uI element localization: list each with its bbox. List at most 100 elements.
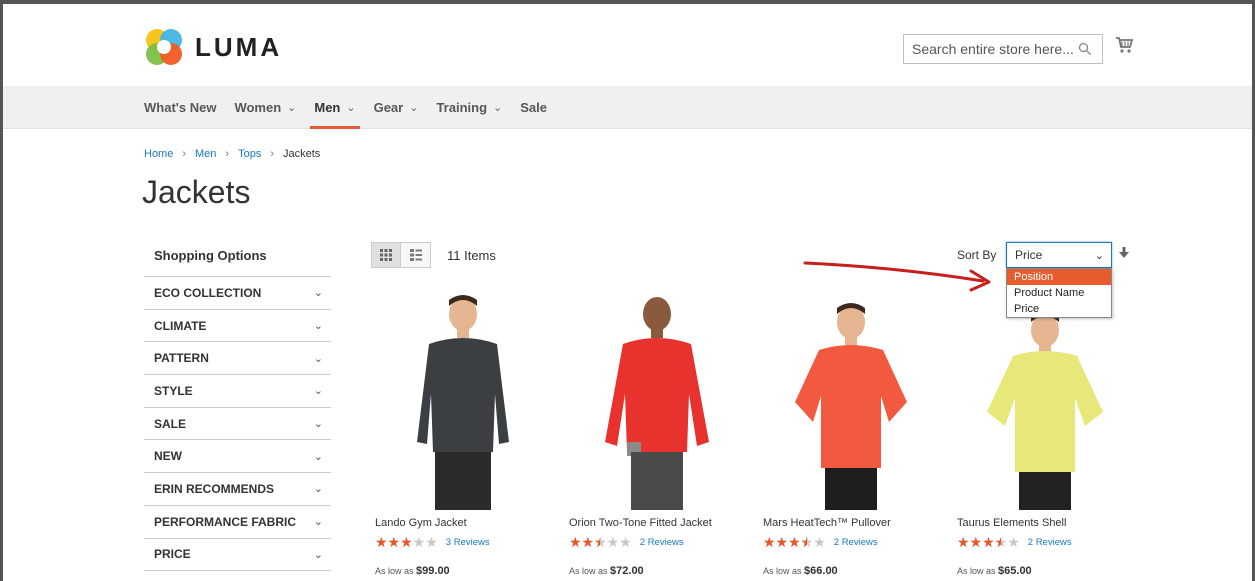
- filter-price[interactable]: PRICE ⌄: [144, 539, 331, 572]
- sort-direction-arrow-icon[interactable]: [1119, 246, 1129, 264]
- sort-option-product-name[interactable]: Product Name: [1007, 285, 1111, 301]
- chevron-down-icon: ⌄: [313, 548, 323, 561]
- filter-label: ERIN RECOMMENDS: [154, 481, 275, 496]
- chevron-down-icon: ⌄: [313, 483, 323, 496]
- price-prefix: As low as: [763, 566, 802, 576]
- sort-option-position[interactable]: Position: [1007, 269, 1111, 285]
- filter-label: PATTERN: [154, 351, 209, 366]
- breadcrumb-home[interactable]: Home: [144, 148, 173, 160]
- chevron-down-icon: ⌄: [313, 352, 323, 365]
- product-card[interactable]: Lando Gym Jacket ★★★★★★★★★★ 3 Reviews As…: [371, 292, 551, 577]
- jacket-shape: [417, 338, 509, 452]
- nav-label: Gear: [373, 100, 404, 115]
- price-prefix: As low as: [957, 566, 996, 576]
- nav-label: Men: [314, 100, 341, 115]
- chevron-down-icon: ⌄: [409, 102, 419, 114]
- annotation-arrow-icon: [803, 261, 991, 292]
- product-rating: ★★★★★★★★★★ 2 Reviews: [569, 535, 684, 549]
- grid-view-icon[interactable]: [371, 242, 401, 268]
- product-card[interactable]: Mars HeatTech™ Pullover ★★★★★★★★★★ 2 Rev…: [759, 292, 939, 577]
- nav-label: Women: [234, 100, 282, 115]
- breadcrumb-current: Jackets: [283, 148, 321, 160]
- reviews-link[interactable]: 3 Reviews: [446, 537, 490, 548]
- chevron-down-icon: ⌄: [346, 102, 356, 114]
- filter-new[interactable]: NEW ⌄: [144, 440, 331, 474]
- logo[interactable]: LUMA: [143, 26, 282, 68]
- product-image[interactable]: [759, 292, 939, 510]
- filter-label: PERFORMANCE FABRIC: [154, 514, 297, 529]
- filter-pattern[interactable]: PATTERN ⌄: [144, 342, 331, 376]
- product-name[interactable]: Orion Two-Tone Fitted Jacket: [569, 517, 712, 529]
- filter-label: PRICE: [154, 547, 191, 562]
- luma-logo-icon: [146, 29, 182, 65]
- breadcrumb-separator-icon: ›: [182, 148, 187, 160]
- product-name[interactable]: Lando Gym Jacket: [375, 517, 467, 529]
- nav-item-gear[interactable]: Gear ⌄: [374, 86, 419, 129]
- sort-options-dropdown: Position Product Name Price: [1006, 268, 1112, 318]
- reviews-link[interactable]: 2 Reviews: [834, 537, 878, 548]
- nav-item-men[interactable]: Men ⌄: [310, 86, 360, 129]
- breadcrumb-tops[interactable]: Tops: [238, 148, 261, 160]
- filter-style[interactable]: STYLE ⌄: [144, 375, 331, 408]
- filter-performance-fabric[interactable]: PERFORMANCE FABRIC ⌄: [144, 506, 331, 539]
- price-prefix: As low as: [375, 566, 414, 576]
- breadcrumb: Home › Men › Tops › Jackets: [144, 148, 320, 160]
- page-title: Jackets: [142, 174, 251, 210]
- product-card[interactable]: Orion Two-Tone Fitted Jacket ★★★★★★★★★★ …: [565, 292, 745, 577]
- search-box[interactable]: [903, 34, 1103, 64]
- product-image[interactable]: [371, 292, 551, 510]
- product-rating: ★★★★★★★★★★ 2 Reviews: [957, 535, 1072, 549]
- nav-label: Sale: [520, 100, 547, 115]
- product-name[interactable]: Mars HeatTech™ Pullover: [763, 517, 891, 529]
- reviews-link[interactable]: 2 Reviews: [1028, 537, 1072, 548]
- price-value: $99.00: [416, 565, 450, 577]
- price-value: $65.00: [998, 565, 1032, 577]
- filter-label: ECO COLLECTION: [154, 285, 262, 300]
- breadcrumb-men[interactable]: Men: [195, 148, 216, 160]
- jacket-shape: [987, 351, 1103, 472]
- product-image[interactable]: [565, 292, 745, 510]
- filter-eco-collection[interactable]: ECO COLLECTION ⌄: [144, 277, 331, 310]
- product-price: As low as $72.00: [569, 565, 644, 577]
- filter-climate[interactable]: CLIMATE ⌄: [144, 310, 331, 343]
- filter-label: CLIMATE: [154, 318, 207, 333]
- reviews-link[interactable]: 2 Reviews: [640, 537, 684, 548]
- nav-item-women[interactable]: Women ⌄: [234, 86, 296, 129]
- product-card[interactable]: Taurus Elements Shell ★★★★★★★★★★ 2 Revie…: [953, 292, 1133, 577]
- chevron-down-icon: ⌄: [313, 320, 323, 333]
- main-navigation: What's New Women ⌄ Men ⌄ Gear ⌄ Training ⌄ S…: [3, 86, 1252, 129]
- sort-option-price[interactable]: Price: [1007, 301, 1111, 317]
- breadcrumb-separator-icon: ›: [270, 148, 275, 160]
- jacket-shape: [605, 338, 709, 452]
- chevron-down-icon: ⌄: [287, 102, 297, 114]
- filter-label: NEW: [154, 449, 182, 464]
- chevron-down-icon: ⌄: [313, 450, 323, 463]
- chevron-down-icon: ⌄: [313, 385, 323, 398]
- product-price: As low as $66.00: [763, 565, 838, 577]
- filter-label: SALE: [154, 416, 187, 431]
- shopping-options-title: Shopping Options: [144, 242, 331, 277]
- product-image[interactable]: [953, 292, 1133, 510]
- filter-sale[interactable]: SALE ⌄: [144, 408, 331, 441]
- list-view-icon[interactable]: [401, 242, 431, 268]
- chevron-down-icon: ⌄: [493, 102, 503, 114]
- cart-icon[interactable]: [1115, 36, 1134, 59]
- breadcrumb-separator-icon: ›: [225, 148, 230, 160]
- star-rating-icon: ★★★★★★★★★★: [763, 534, 826, 550]
- star-rating-icon: ★★★★★★★★★★: [569, 534, 632, 550]
- search-icon[interactable]: [1078, 42, 1092, 59]
- page-frame: LUMA What's New Women ⌄ Men ⌄ Gear ⌄: [3, 4, 1252, 581]
- nav-item-whats-new[interactable]: What's New: [144, 86, 216, 129]
- search-input[interactable]: [912, 41, 1080, 57]
- jacket-shape: [795, 345, 907, 468]
- nav-label: Training: [436, 100, 488, 115]
- sort-by-select[interactable]: Price ⌄: [1006, 242, 1112, 268]
- product-price: As low as $65.00: [957, 565, 1032, 577]
- nav-item-sale[interactable]: Sale: [520, 86, 547, 129]
- price-value: $72.00: [610, 565, 644, 577]
- header: LUMA: [3, 4, 1252, 86]
- filter-erin-recommends[interactable]: ERIN RECOMMENDS ⌄: [144, 473, 331, 506]
- chevron-down-icon: ⌄: [313, 418, 323, 431]
- nav-item-training[interactable]: Training ⌄: [436, 86, 502, 129]
- product-name[interactable]: Taurus Elements Shell: [957, 517, 1066, 529]
